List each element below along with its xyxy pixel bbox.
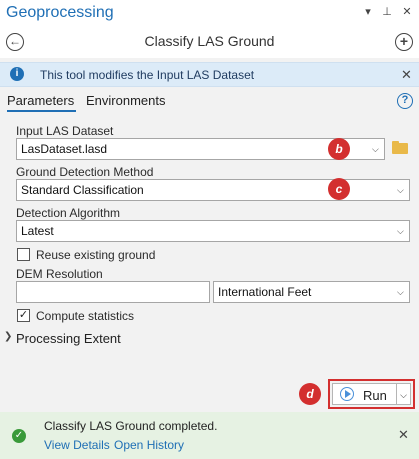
chevron-down-icon[interactable]: ⌵ xyxy=(372,144,379,155)
dem-resolution-input[interactable] xyxy=(16,281,210,303)
dem-resolution-label: DEM Resolution xyxy=(16,267,103,281)
info-icon: i xyxy=(10,67,24,81)
success-check-icon: ✓ xyxy=(12,429,26,443)
algorithm-value: Latest xyxy=(21,224,54,238)
plus-icon: + xyxy=(399,33,409,49)
compute-stats-checkbox[interactable]: ✓ xyxy=(17,309,30,322)
view-details-link[interactable]: View Details xyxy=(44,438,110,452)
open-history-link[interactable]: Open History xyxy=(114,438,184,452)
chevron-down-icon[interactable]: ⌵ xyxy=(397,185,404,196)
pane-close-icon[interactable]: ✕ xyxy=(400,5,414,19)
tool-title: Classify LAS Ground xyxy=(144,33,275,49)
compute-stats-label: Compute statistics xyxy=(36,309,135,323)
pane-title: Geoprocessing xyxy=(6,4,114,21)
dem-unit-value: International Feet xyxy=(218,285,312,299)
status-message: Classify LAS Ground completed. xyxy=(44,419,218,433)
input-las-label: Input LAS Dataset xyxy=(16,124,114,138)
chevron-right-icon[interactable]: ❯ xyxy=(4,331,12,342)
algorithm-select[interactable]: Latest xyxy=(16,220,410,242)
chevron-down-icon[interactable]: ⌵ xyxy=(397,287,404,298)
callout-badge-c: c xyxy=(328,178,350,200)
run-label: Run xyxy=(363,388,387,403)
pin-icon[interactable]: ⊥ xyxy=(380,5,394,19)
reuse-ground-label: Reuse existing ground xyxy=(36,248,156,262)
ground-method-value: Standard Classification xyxy=(21,183,144,197)
status-close-icon[interactable]: ✕ xyxy=(398,428,409,442)
callout-badge-b: b xyxy=(328,138,350,160)
reuse-ground-checkbox[interactable] xyxy=(17,248,30,261)
add-button[interactable]: + xyxy=(395,33,413,51)
callout-badge-d: d xyxy=(299,383,321,405)
tab-environments[interactable]: Environments xyxy=(86,93,165,108)
processing-extent-header[interactable]: Processing Extent xyxy=(16,331,121,346)
dem-unit-select[interactable]: International Feet xyxy=(213,281,410,303)
ground-method-label: Ground Detection Method xyxy=(16,165,154,179)
algorithm-label: Detection Algorithm xyxy=(16,206,121,220)
tab-parameters[interactable]: Parameters xyxy=(7,93,74,108)
chevron-down-icon[interactable]: ⌵ xyxy=(397,226,404,237)
info-close-icon[interactable]: ✕ xyxy=(401,68,412,82)
play-triangle-icon xyxy=(345,390,351,398)
run-dropdown-chevron-icon[interactable]: ⌵ xyxy=(397,383,411,405)
help-icon[interactable]: ? xyxy=(397,93,413,109)
checkmark-icon: ✓ xyxy=(18,309,29,321)
input-las-value: LasDataset.lasd xyxy=(21,142,108,156)
ground-method-select[interactable]: Standard Classification xyxy=(16,179,410,201)
pane-menu-icon[interactable]: ▾ xyxy=(361,5,375,19)
info-message: This tool modifies the Input LAS Dataset xyxy=(40,68,255,82)
active-tab-indicator xyxy=(7,110,76,112)
folder-icon[interactable] xyxy=(392,143,408,154)
